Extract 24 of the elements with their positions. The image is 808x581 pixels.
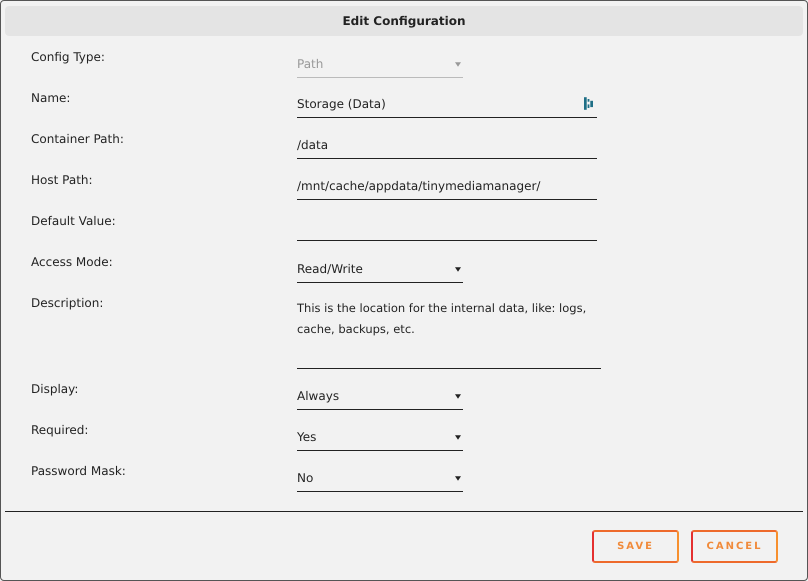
dropdown[interactable]: Read/Write: [297, 256, 463, 283]
field-label: Container Path:: [31, 131, 125, 148]
field-label: Description:: [31, 295, 104, 312]
dropdown[interactable]: Always: [297, 383, 463, 410]
caret-icon: [455, 266, 461, 272]
field-label: Password Mask:: [31, 463, 127, 480]
window-title: Edit Configuration: [5, 6, 803, 36]
caret-icon: [455, 394, 461, 398]
field-label: Host Path:: [31, 172, 94, 189]
field-label: Config Type:: [31, 49, 106, 66]
field-label: Name:: [31, 90, 72, 107]
caret-icon: [455, 62, 461, 66]
input-field[interactable]: Storage (Data): [297, 90, 597, 118]
caret-icon: [455, 476, 461, 480]
field-label: Required:: [31, 422, 90, 439]
text-area[interactable]: This is the location for the internal data, like: logs, cache, backups, etc.: [297, 297, 601, 369]
dropdown[interactable]: No: [297, 465, 463, 492]
field-label: Access Mode:: [31, 254, 114, 271]
field-label: Display:: [31, 381, 80, 398]
caret-icon: [455, 434, 461, 440]
field-label: Default Value:: [31, 213, 117, 230]
input-field[interactable]: /data: [297, 131, 597, 159]
input-field[interactable]: /mnt/cache/appdata/tinymediamanager/: [297, 172, 597, 200]
dropdown[interactable]: Yes: [297, 424, 463, 451]
